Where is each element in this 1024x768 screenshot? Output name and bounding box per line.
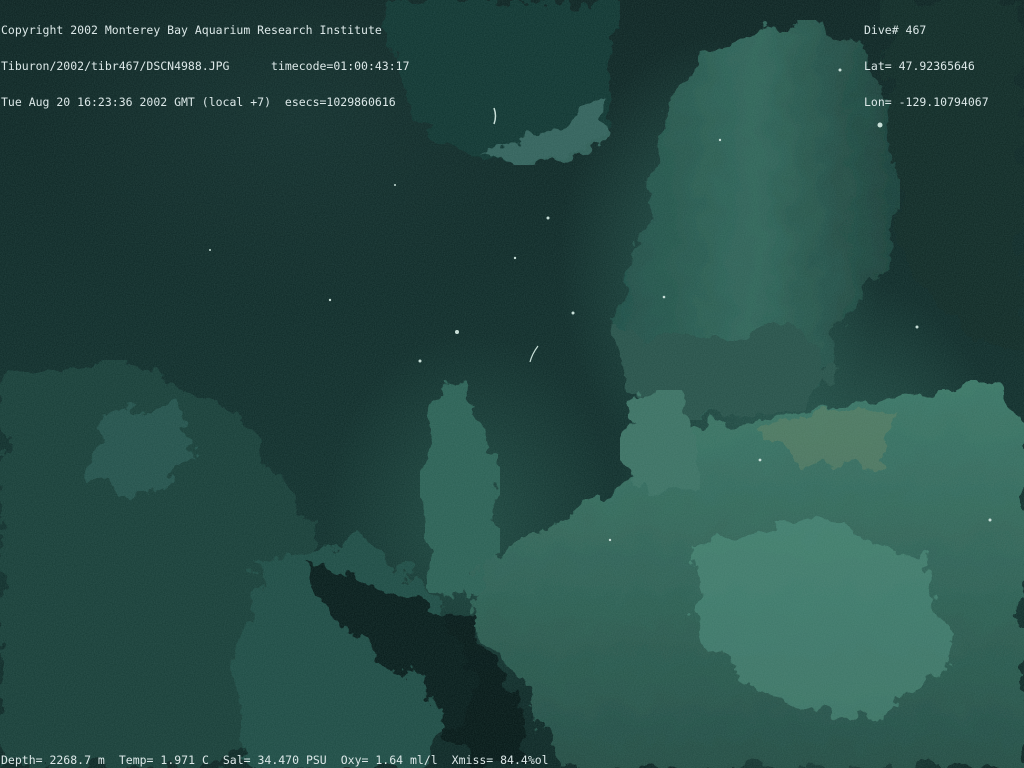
esecs-text: esecs=1029860616 (284, 95, 396, 109)
latitude-text: Lat= 47.92365646 (864, 59, 975, 73)
timecode-text: timecode=01:00:43:17 (271, 59, 410, 73)
temperature-readout: Temp= 1.971 C (118, 753, 209, 767)
depth-readout: Depth= 2268.7 m (1, 753, 105, 767)
dive-number-text: Dive# 467 (864, 23, 927, 37)
underwater-photo: Copyright 2002 Monterey Bay Aquarium Res… (0, 0, 1024, 768)
longitude-text: Lon= -129.10794067 (864, 95, 989, 109)
metadata-overlay-top-right: Dive# 467 Lat= 47.92365646 Lon= -129.107… (864, 0, 989, 132)
transmissometer-readout: Xmiss= 84.4%ol (451, 753, 549, 767)
datetime-esecs-line: Tue Aug 20 16:23:36 2002 GMT (local +7) … (1, 96, 410, 108)
datetime-text: Tue Aug 20 16:23:36 2002 GMT (local +7) (1, 95, 272, 109)
metadata-overlay-top-left: Copyright 2002 Monterey Bay Aquarium Res… (1, 0, 410, 132)
oxygen-readout: Oxy= 1.64 ml/l (340, 753, 438, 767)
file-path-text: Tiburon/2002/tibr467/DSCN4988.JPG (1, 59, 230, 73)
copyright-text: Copyright 2002 Monterey Bay Aquarium Res… (1, 23, 382, 37)
file-timecode-line: Tiburon/2002/tibr467/DSCN4988.JPG timeco… (1, 60, 410, 72)
sensor-readout-bar: Depth= 2268.7 m Temp= 1.971 C Sal= 34.470 … (1, 754, 563, 766)
salinity-readout: Sal= 34.470 PSU (222, 753, 327, 767)
